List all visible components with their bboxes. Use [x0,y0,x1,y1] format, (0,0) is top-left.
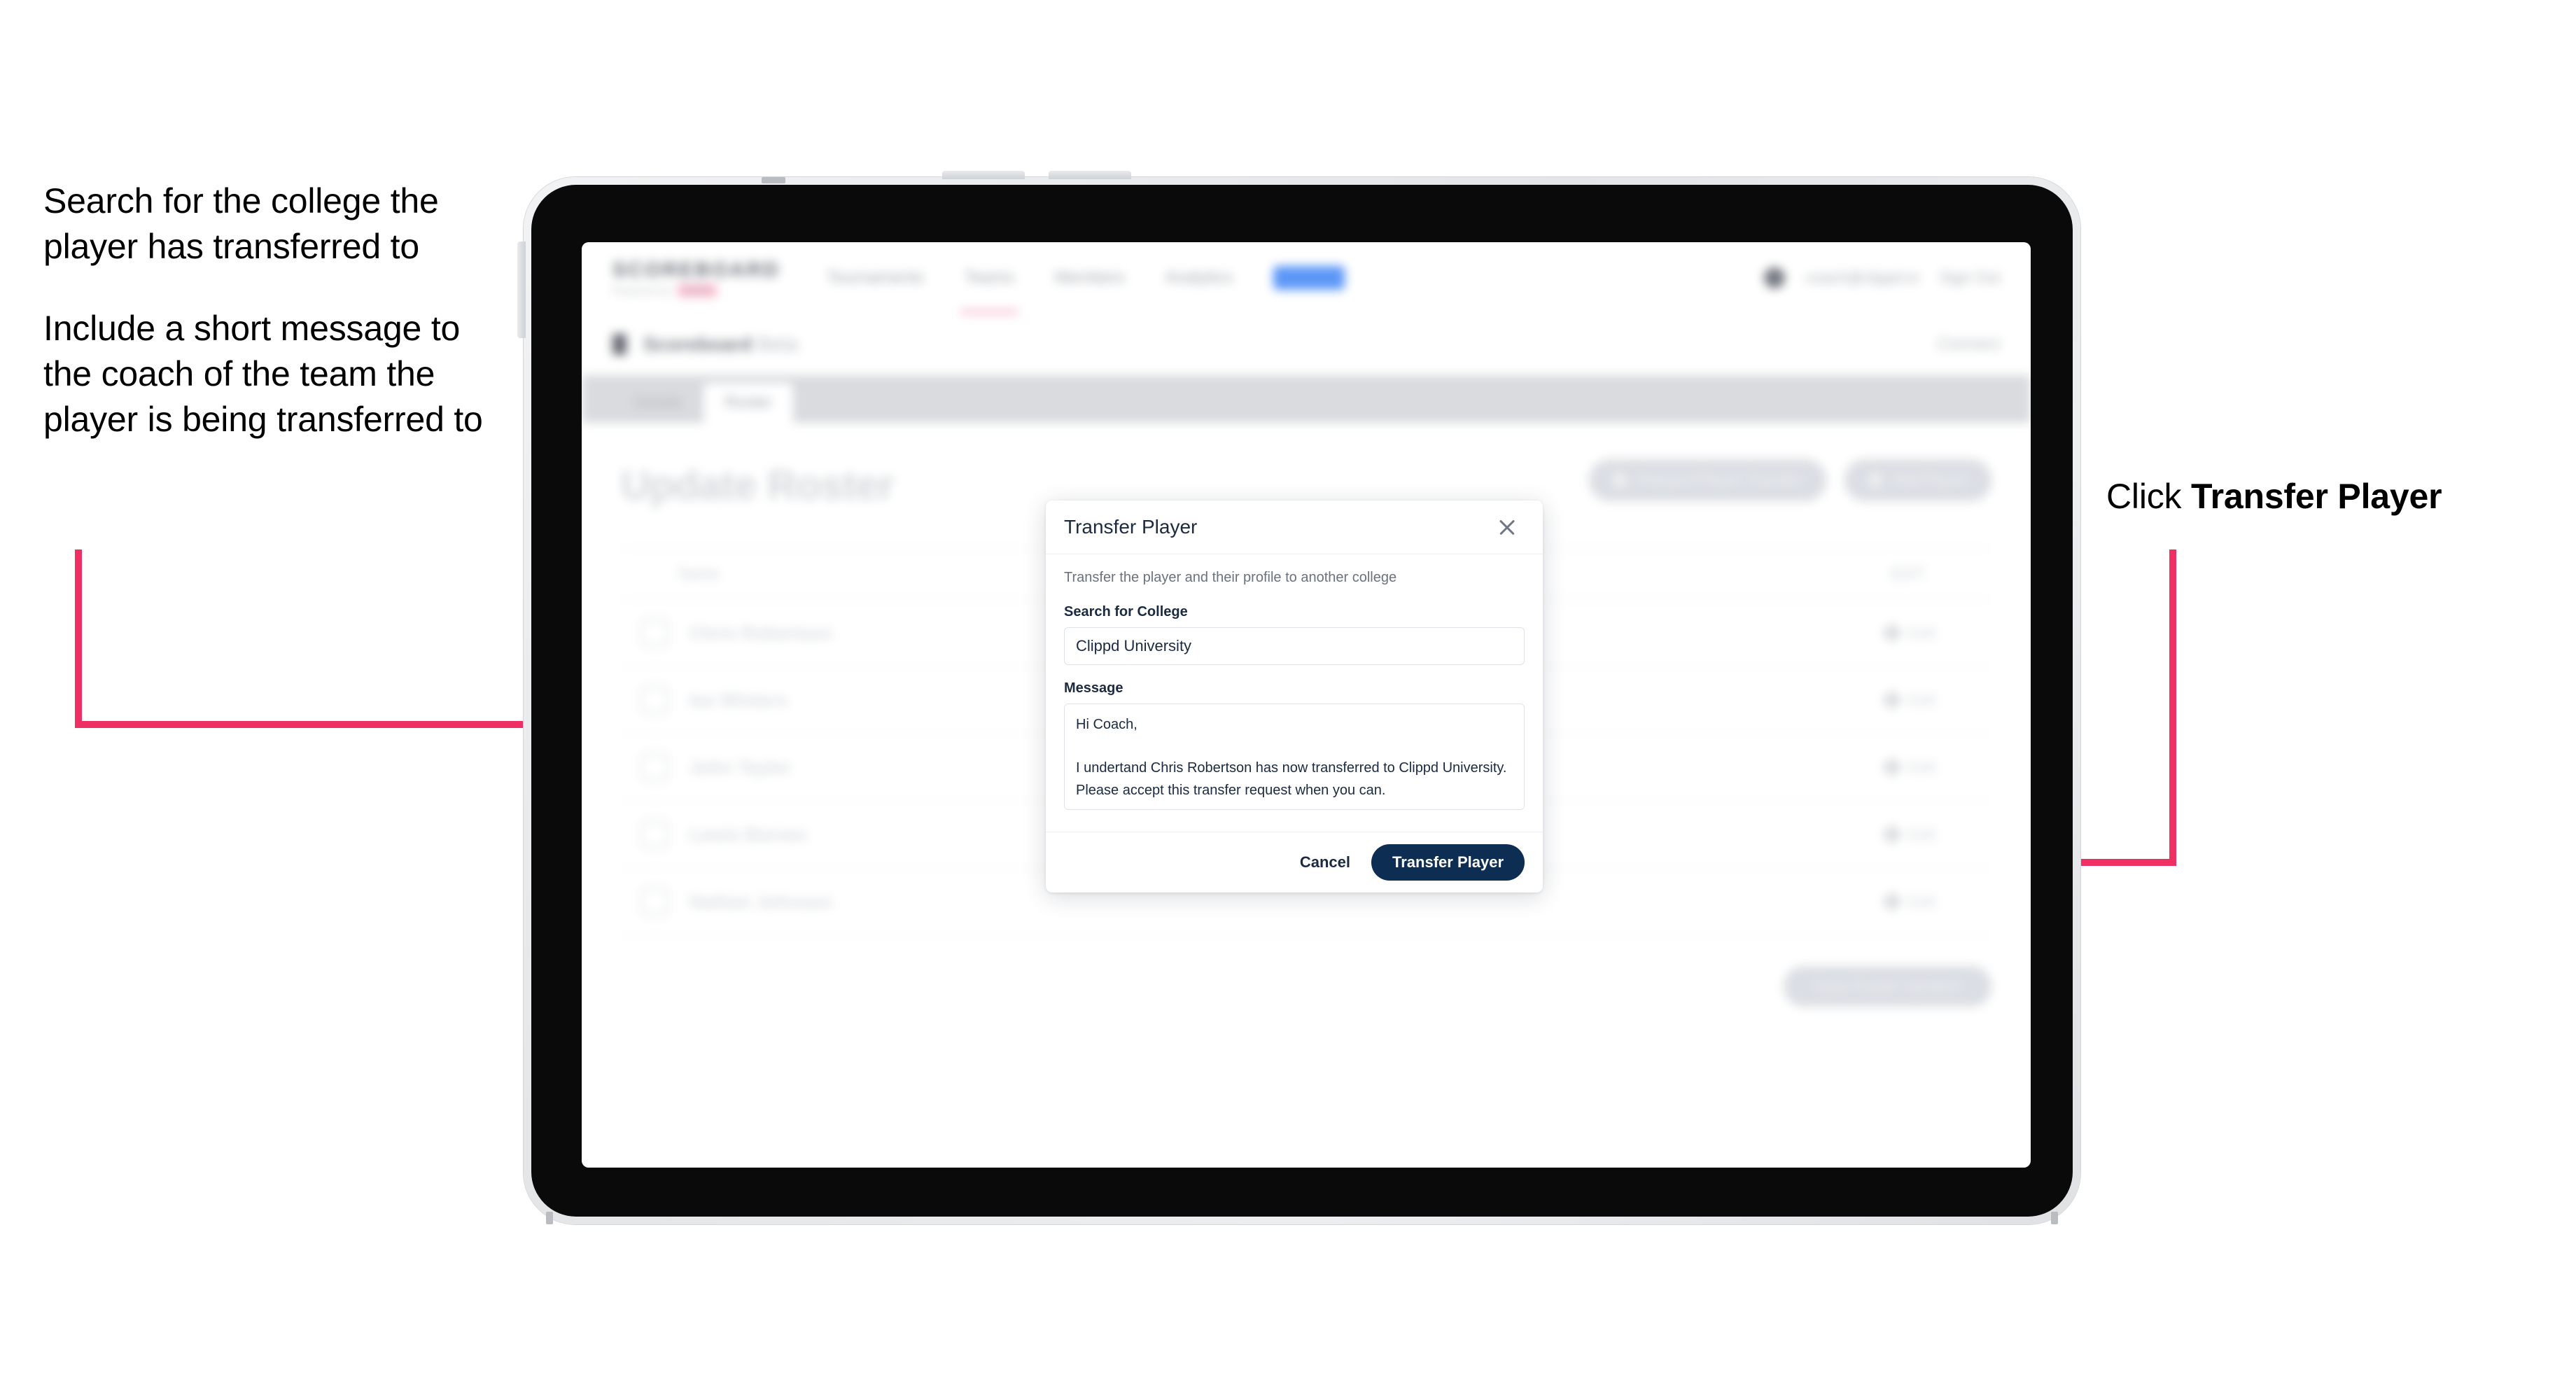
nav-link-analytics[interactable]: Analytics [1165,242,1232,314]
tab-details[interactable]: Details [612,383,704,423]
row-checkbox[interactable] [640,888,668,916]
annotation-right-prefix: Click [2106,477,2192,516]
transfer-player-submit-button[interactable]: Transfer Player [1371,844,1525,881]
row-checkbox[interactable] [640,619,668,647]
subheader-action[interactable]: Connect [1938,335,2000,354]
row-player-name: Lewis Barnes [690,823,807,845]
row-edit-label: Edit [1907,892,1935,911]
power-button[interactable] [517,241,526,338]
nav-link-tournaments[interactable]: Tournaments [827,242,924,314]
transfer-icon [1613,473,1628,487]
nav-right: coach@clippd.io Sign Out [1763,267,2000,288]
row-player-name: Ian Winters [690,689,788,710]
header-actions: Request Player Transfer Add Player [1589,459,1991,501]
annotation-left: Search for the college the player has tr… [43,178,491,442]
pencil-icon [1882,622,1903,643]
close-icon[interactable] [1495,515,1519,539]
modal-footer: Cancel Transfer Player [1046,832,1543,892]
nav-links: Tournaments Teams Members Analytics Admi… [827,242,1345,314]
row-edit-button[interactable]: Edit [1882,622,1984,643]
row-checkbox[interactable] [640,686,668,714]
subheader-title-muted: Beta [757,333,798,355]
row-edit-label: Edit [1907,623,1935,642]
row-edit-button[interactable]: Edit [1882,757,1984,778]
row-edit-label: Edit [1907,825,1935,844]
transfer-player-modal: Transfer Player Transfer the player and … [1046,500,1543,892]
subheader-title: Scoreboard Beta [643,333,798,356]
annotation-left-line-1: Search for the college the player has tr… [43,181,439,266]
annotation-right-bold: Transfer Player [2191,477,2442,516]
subheader-title-text: Scoreboard [643,333,752,355]
add-player-label: Add Player [1892,471,1968,489]
antenna-line-bottom-right [2051,1212,2058,1224]
row-edit-button[interactable]: Edit [1882,891,1984,912]
antenna-line-bottom-left [546,1212,553,1224]
row-edit-label: Edit [1907,690,1935,709]
scoreboard-icon [612,334,626,355]
row-checkbox[interactable] [640,820,668,848]
antenna-line-top [762,177,785,183]
row-player-name: Nathan Johnson [690,890,832,912]
pencil-icon [1882,757,1903,778]
column-header-edit: EDIT [1890,565,1926,582]
plus-icon [1868,473,1883,487]
row-player-name: Chris Robertson [690,622,832,643]
logo-text: SCOREBOARD [612,259,780,281]
nav-link-members[interactable]: Members [1054,242,1124,314]
sign-out-link[interactable]: Sign Out [1940,269,2000,287]
add-player-button[interactable]: Add Player [1844,459,1991,501]
modal-body: Transfer the player and their profile to… [1046,554,1543,832]
row-checkbox[interactable] [640,753,668,781]
annotation-left-line-2: Include a short message to the coach of … [43,309,483,439]
pencil-icon [1882,824,1903,845]
volume-up-button[interactable] [942,171,1025,179]
avatar[interactable] [1763,267,1785,288]
app-navbar: SCOREBOARD Powered by NEW Tournaments Te… [582,242,2031,315]
modal-header: Transfer Player [1046,500,1543,554]
request-player-transfer-label: Request Player Transfer [1637,471,1803,489]
app-tabs: Details Roster [582,375,2031,423]
cancel-button[interactable]: Cancel [1296,848,1354,877]
row-edit-button[interactable]: Edit [1882,824,1984,845]
app-subheader: Scoreboard Beta Connect [582,314,2031,375]
request-player-transfer-button[interactable]: Request Player Transfer [1589,459,1827,501]
logo-subtext: Powered by [612,285,671,296]
annotation-right: Click Transfer Player [2106,475,2442,519]
logo-badge: NEW [677,284,717,297]
pencil-icon [1882,891,1903,912]
column-header-name: Name [678,565,720,582]
save-roster-updates-button[interactable]: Save Roster Updates [1783,966,1991,1007]
modal-description: Transfer the player and their profile to… [1064,570,1397,585]
row-edit-label: Edit [1907,757,1935,776]
nav-chip-admin[interactable]: Admin [1273,266,1345,290]
volume-down-button[interactable] [1049,171,1131,179]
tab-roster[interactable]: Roster [704,383,794,423]
modal-title: Transfer Player [1064,516,1198,538]
message-label: Message [1064,680,1124,696]
row-player-name: John Taylor [690,756,792,778]
message-textarea[interactable]: Hi Coach, I undertand Chris Robertson ha… [1064,704,1525,810]
search-college-input[interactable] [1064,627,1525,665]
search-college-label: Search for College [1064,604,1188,620]
pencil-icon [1882,690,1903,710]
nav-user-email: coach@clippd.io [1805,269,1919,286]
row-edit-button[interactable]: Edit [1882,690,1984,710]
nav-link-teams[interactable]: Teams [960,242,1018,314]
app-logo[interactable]: SCOREBOARD Powered by NEW [612,259,780,297]
